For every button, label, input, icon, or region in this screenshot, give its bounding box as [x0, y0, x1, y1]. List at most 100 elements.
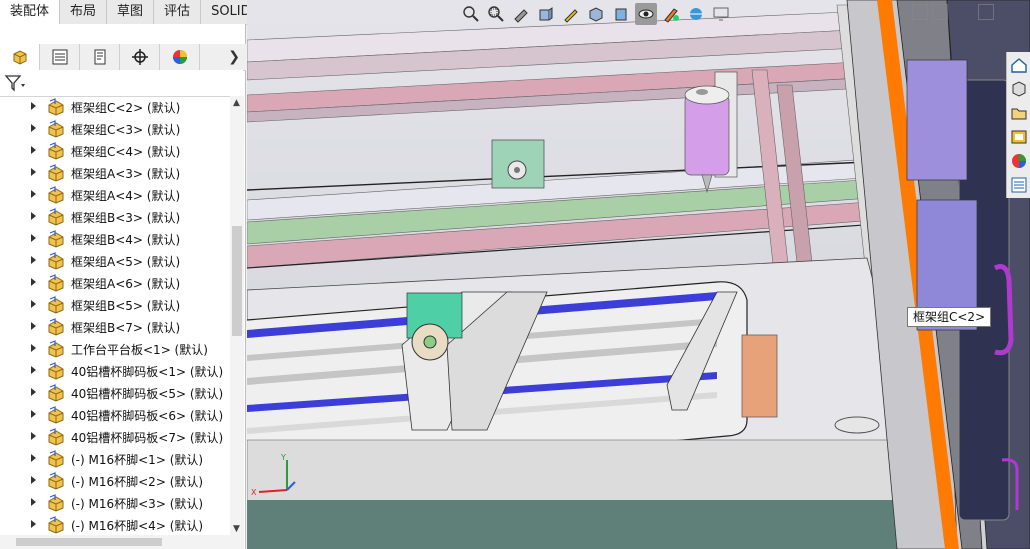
tree-item[interactable]: 框架组A<6> (默认) [0, 272, 230, 294]
dimxpert-manager-icon [131, 49, 148, 65]
expand-arrow-icon[interactable] [31, 278, 36, 286]
dimxpert-manager-tab[interactable] [120, 44, 160, 70]
folder-icon [1011, 108, 1027, 120]
expand-arrow-icon[interactable] [31, 124, 36, 132]
expand-arrow-icon[interactable] [31, 388, 36, 396]
filter-icon[interactable] [4, 74, 26, 92]
tree-item[interactable]: 框架组B<3> (默认) [0, 206, 230, 228]
tree-item[interactable]: (-) M16杯脚<1> (默认) [0, 448, 230, 470]
custom-properties-icon [1011, 177, 1027, 193]
display-style-icon [615, 8, 627, 21]
tree-filter-bar[interactable] [0, 70, 243, 97]
window-maximize-icon[interactable] [978, 4, 994, 20]
expand-arrow-icon[interactable] [31, 454, 36, 462]
subassembly-icon [47, 494, 67, 512]
task-pane-palette-tab[interactable] [1008, 126, 1030, 148]
horizontal-scroll-thumb[interactable] [16, 538, 162, 546]
section-view-button[interactable] [535, 3, 557, 25]
tree-item-label: 框架组B<5> (默认) [71, 299, 181, 313]
tree-item[interactable]: (-) M16杯脚<4> (默认) [0, 514, 230, 536]
tree-item[interactable]: 框架组B<7> (默认) [0, 316, 230, 338]
tree-item-label: 工作台平台板<1> (默认) [71, 343, 208, 357]
subassembly-icon [47, 406, 67, 424]
expand-arrow-icon[interactable] [31, 366, 36, 374]
task-pane-file-explorer-tab[interactable] [1008, 102, 1030, 124]
expand-arrow-icon[interactable] [31, 476, 36, 484]
feature-manager-icon [13, 50, 26, 65]
task-pane-home-tab[interactable] [1008, 54, 1030, 76]
chevron-right-icon[interactable]: ❯ [228, 49, 240, 65]
tab-0[interactable]: 装配体 [0, 0, 61, 24]
tab-2[interactable]: 草图 [107, 0, 155, 24]
tree-vertical-scrollbar[interactable]: ▲ ▼ [230, 96, 244, 536]
tree-item[interactable]: (-) M16杯脚<3> (默认) [0, 492, 230, 514]
graphics-area[interactable]: Y X [247, 0, 1030, 549]
zoom-to-area-button[interactable] [485, 3, 507, 25]
expand-arrow-icon[interactable] [31, 102, 36, 110]
tree-item[interactable]: 框架组A<3> (默认) [0, 162, 230, 184]
view-palette-icon [1011, 130, 1027, 144]
tree-item[interactable]: 40铝槽杯脚码板<7> (默认) [0, 426, 230, 448]
scroll-up-icon[interactable]: ▲ [233, 98, 240, 108]
window-tile-icon[interactable] [932, 4, 948, 20]
tree-item[interactable]: 框架组C<4> (默认) [0, 140, 230, 162]
tree-item[interactable]: 40铝槽杯脚码板<1> (默认) [0, 360, 230, 382]
tree-item[interactable]: 框架组A<5> (默认) [0, 250, 230, 272]
subassembly-icon [47, 450, 67, 468]
expand-arrow-icon[interactable] [31, 498, 36, 506]
expand-arrow-icon[interactable] [31, 146, 36, 154]
expand-arrow-icon[interactable] [31, 300, 36, 308]
tree-item[interactable]: 框架组C<3> (默认) [0, 118, 230, 140]
expand-arrow-icon[interactable] [31, 432, 36, 440]
tree-item[interactable]: 框架组B<5> (默认) [0, 294, 230, 316]
expand-arrow-icon[interactable] [31, 168, 36, 176]
expand-arrow-icon[interactable] [31, 256, 36, 264]
display-style-button[interactable] [610, 3, 632, 25]
task-pane-custom-properties-tab[interactable] [1008, 174, 1030, 196]
tree-item[interactable]: 40铝槽杯脚码板<5> (默认) [0, 382, 230, 404]
expand-arrow-icon[interactable] [31, 410, 36, 418]
tree-item[interactable]: 工作台平台板<1> (默认) [0, 338, 230, 360]
property-manager-tab[interactable] [40, 44, 80, 70]
expand-arrow-icon[interactable] [31, 322, 36, 330]
window-restore-icon[interactable] [912, 4, 928, 20]
configuration-manager-tab[interactable] [80, 44, 120, 70]
edit-appearance-button[interactable] [660, 3, 682, 25]
tree-item[interactable]: 40铝槽杯脚码板<6> (默认) [0, 404, 230, 426]
expand-arrow-icon[interactable] [31, 520, 36, 528]
annotation-icon [564, 9, 578, 23]
hide-show-items-button[interactable] [635, 3, 657, 25]
apply-scene-button[interactable] [685, 3, 707, 25]
heads-up-view-toolbar [460, 2, 820, 26]
tree-item[interactable]: 框架组B<4> (默认) [0, 228, 230, 250]
tree-item[interactable]: (-) M16杯脚<2> (默认) [0, 470, 230, 492]
view-settings-button[interactable] [710, 3, 732, 25]
task-pane-appearances-tab[interactable] [1008, 150, 1030, 172]
expand-arrow-icon[interactable] [31, 190, 36, 198]
expand-arrow-icon[interactable] [31, 344, 36, 352]
section-view-icon [539, 7, 553, 21]
tab-3[interactable]: 评估 [154, 0, 202, 24]
scroll-thumb[interactable] [232, 226, 242, 336]
scroll-down-icon[interactable]: ▼ [233, 524, 240, 534]
subassembly-icon [47, 472, 67, 490]
zoom-to-fit-button[interactable] [460, 3, 482, 25]
expand-arrow-icon[interactable] [31, 234, 36, 242]
expand-arrow-icon[interactable] [31, 212, 36, 220]
subassembly-icon [47, 142, 67, 160]
tree-item-label: (-) M16杯脚<1> (默认) [71, 453, 204, 467]
property-manager-icon [52, 49, 67, 65]
feature-manager-tab[interactable] [0, 44, 40, 70]
subassembly-icon [47, 98, 67, 116]
view-orientation-button[interactable] [585, 3, 607, 25]
task-pane-design-library-tab[interactable] [1008, 78, 1030, 100]
tree-item-label: 框架组B<7> (默认) [71, 321, 181, 335]
dynamic-annotation-button[interactable] [560, 3, 582, 25]
previous-view-button[interactable] [510, 3, 532, 25]
tab-1[interactable]: 布局 [60, 0, 108, 24]
display-manager-tab[interactable] [160, 44, 200, 70]
tree-item[interactable]: 框架组C<2> (默认) [0, 96, 230, 118]
tree-item[interactable]: 框架组A<4> (默认) [0, 184, 230, 206]
tree-horizontal-scrollbar[interactable] [0, 535, 244, 549]
component-tooltip: 框架组C<2> [907, 307, 992, 327]
